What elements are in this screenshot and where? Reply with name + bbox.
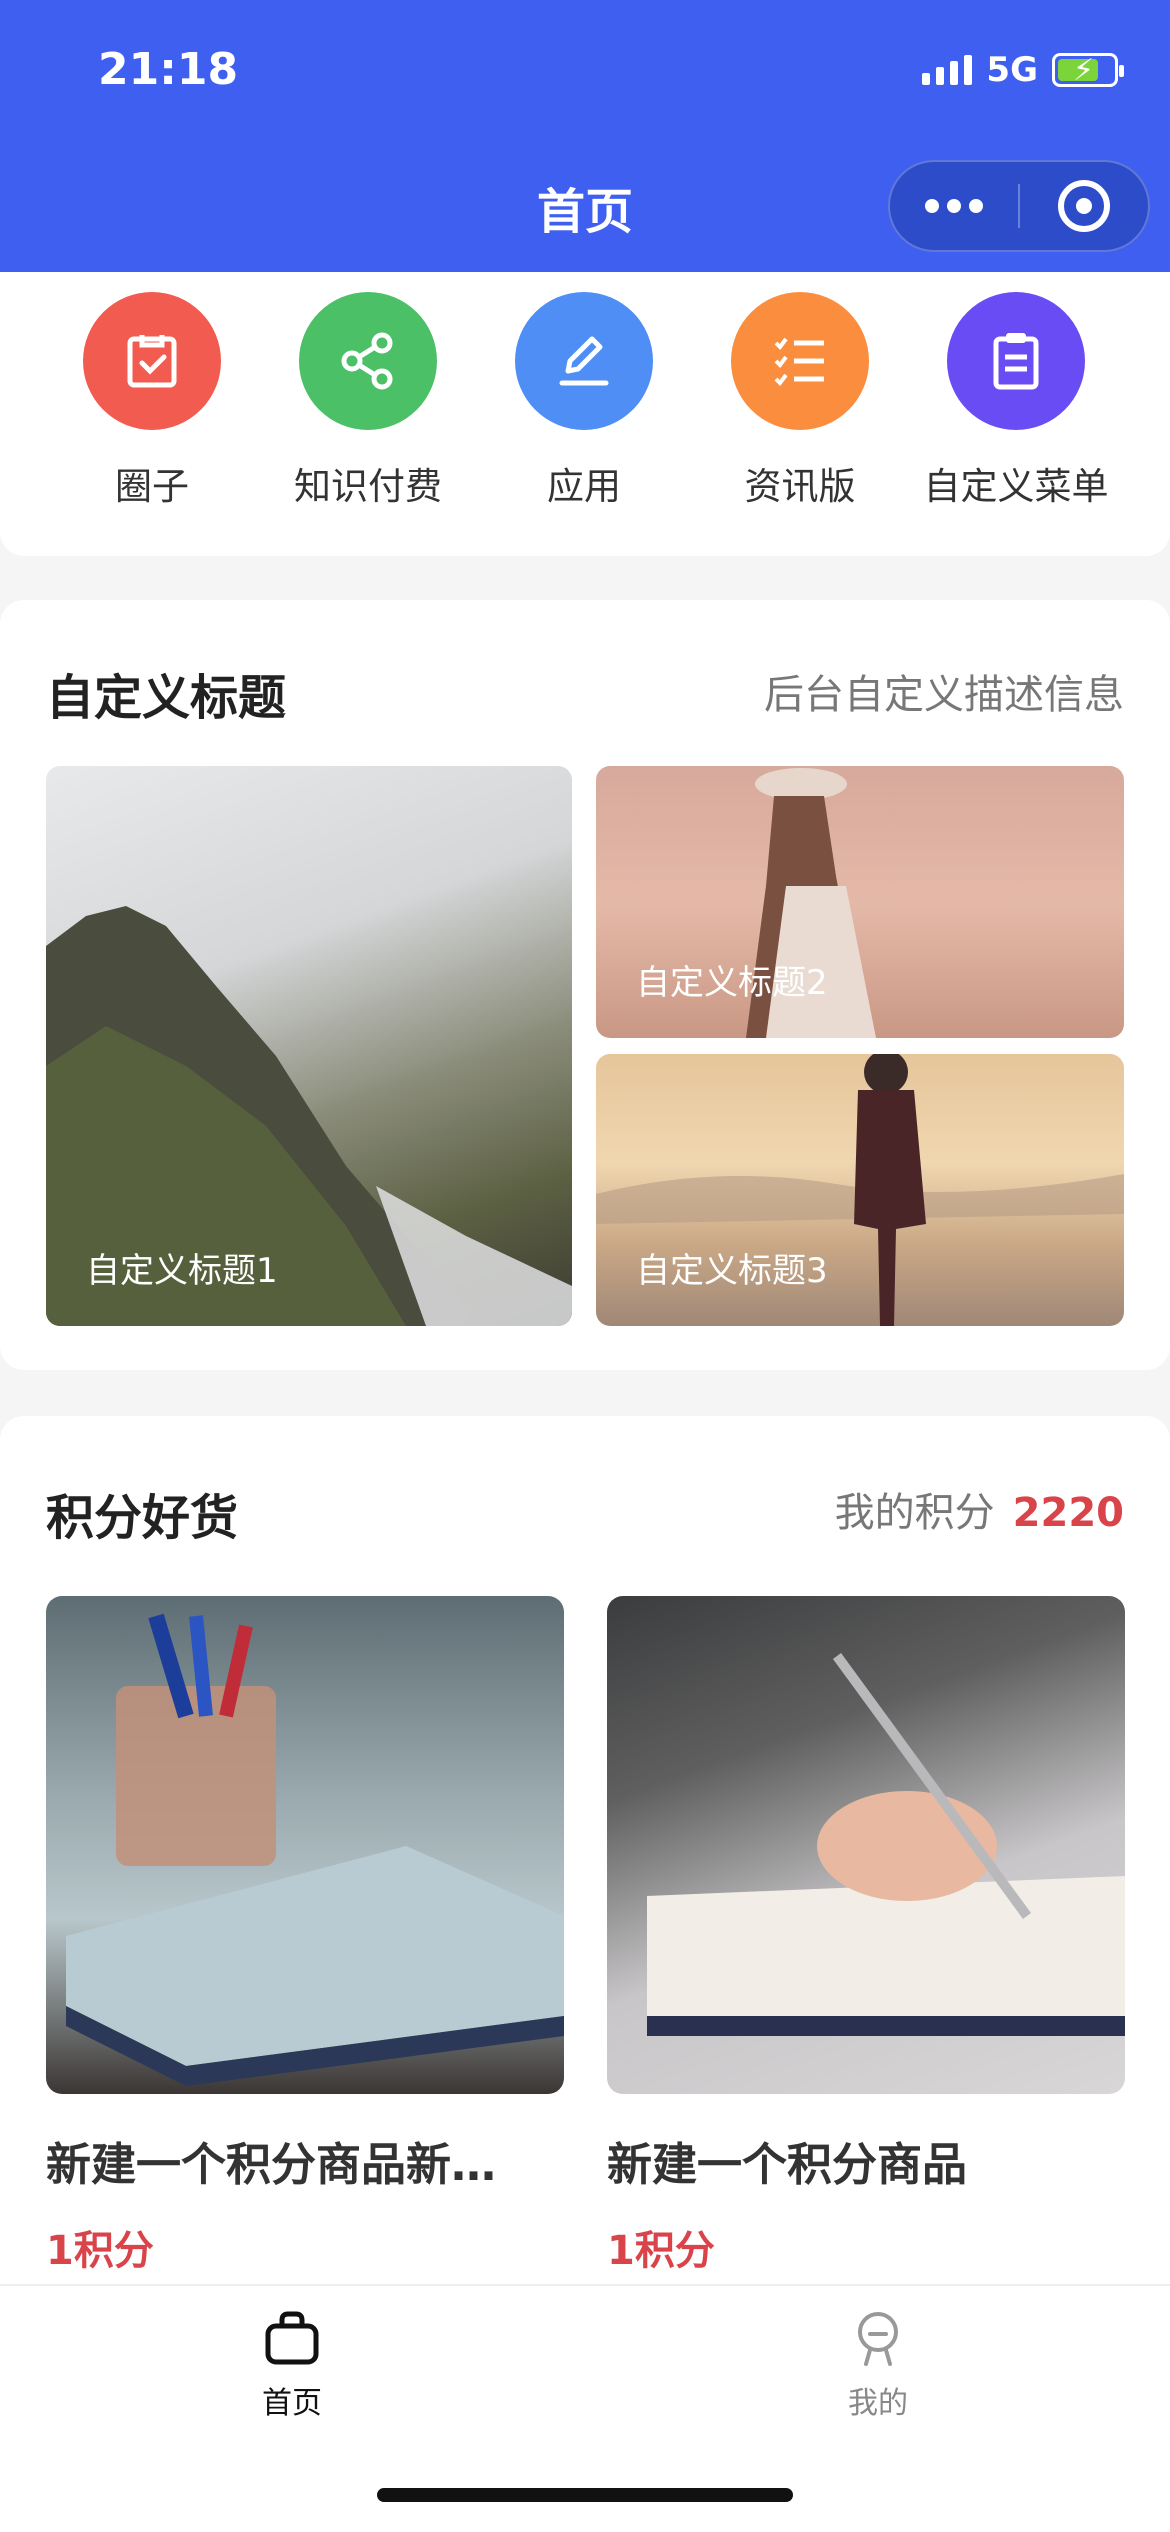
product-image-notebook[interactable]	[46, 1596, 564, 2094]
gallery-item-3[interactable]: 自定义标题3	[596, 1054, 1124, 1326]
checklist-icon	[731, 292, 869, 430]
menu-label: 知识付费	[294, 465, 442, 508]
menu-label: 自定义菜单	[923, 465, 1109, 508]
gallery-item-2[interactable]: 自定义标题2	[596, 766, 1124, 1038]
gallery-caption: 自定义标题3	[636, 1251, 828, 1291]
home-indicator	[377, 2488, 793, 2502]
signal-icon	[922, 55, 973, 85]
battery-icon: ⚡	[1052, 53, 1124, 88]
product-image-writing[interactable]	[607, 1596, 1125, 2094]
menu-item-apps[interactable]: 应用	[476, 292, 692, 510]
gallery-section: 自定义标题 后台自定义描述信息 自定义标题1 自定义标题2 自定义标题3	[0, 600, 1170, 1370]
product-points: 1积分	[46, 2228, 154, 2274]
writing-hand-image	[647, 1653, 1125, 2036]
tab-label: 首页	[262, 2386, 322, 2421]
tab-mine[interactable]: 我的	[778, 2310, 978, 2422]
menu-item-knowledge[interactable]: 知识付费	[260, 292, 476, 510]
clipboard-check-icon	[83, 292, 221, 430]
user-icon	[858, 2312, 898, 2366]
section-title: 积分好货	[46, 1490, 239, 1546]
menu-label: 应用	[547, 465, 621, 508]
status-indicators: 5G ⚡	[922, 50, 1124, 90]
section-title: 自定义标题	[46, 670, 287, 726]
my-points-label: 我的积分	[834, 1490, 995, 1536]
gallery-caption: 自定义标题1	[86, 1251, 278, 1291]
product-name[interactable]: 新建一个积分商品	[607, 2128, 1127, 2193]
my-points-value: 2220	[1012, 1490, 1124, 1536]
menu-item-news[interactable]: 资讯版	[692, 292, 908, 510]
tab-home[interactable]: 首页	[192, 2310, 392, 2422]
menu-label: 资讯版	[744, 465, 856, 508]
tab-label: 我的	[848, 2386, 908, 2421]
notepad-icon	[947, 292, 1085, 430]
menu-item-circle[interactable]: 圈子	[44, 292, 260, 510]
quick-menu: 圈子 知识付费 应用 资讯版 自定义菜单	[0, 272, 1170, 556]
pencil-icon	[515, 292, 653, 430]
section-description: 后台自定义描述信息	[764, 672, 1124, 718]
network-type: 5G	[986, 50, 1038, 90]
my-points[interactable]: 我的积分 2220	[835, 1480, 1124, 1538]
mountain-image	[46, 906, 572, 1326]
product-points: 1积分	[607, 2228, 715, 2274]
notebook-image	[66, 1613, 564, 2086]
share-icon	[299, 292, 437, 430]
menu-item-custom[interactable]: 自定义菜单	[908, 292, 1124, 510]
status-time: 21:18	[98, 44, 239, 95]
menu-label: 圈子	[115, 465, 189, 508]
miniprogram-capsule	[888, 160, 1150, 252]
top-bar: 21:18 5G ⚡ 首页	[0, 0, 1170, 272]
shopping-bag-icon	[265, 2311, 319, 2365]
close-miniprogram-icon[interactable]	[1020, 180, 1148, 232]
product-name[interactable]: 新建一个积分商品新…	[46, 2128, 566, 2193]
gallery-caption: 自定义标题2	[636, 963, 828, 1003]
gallery-item-1[interactable]: 自定义标题1	[46, 766, 572, 1326]
more-icon[interactable]	[890, 199, 1018, 213]
